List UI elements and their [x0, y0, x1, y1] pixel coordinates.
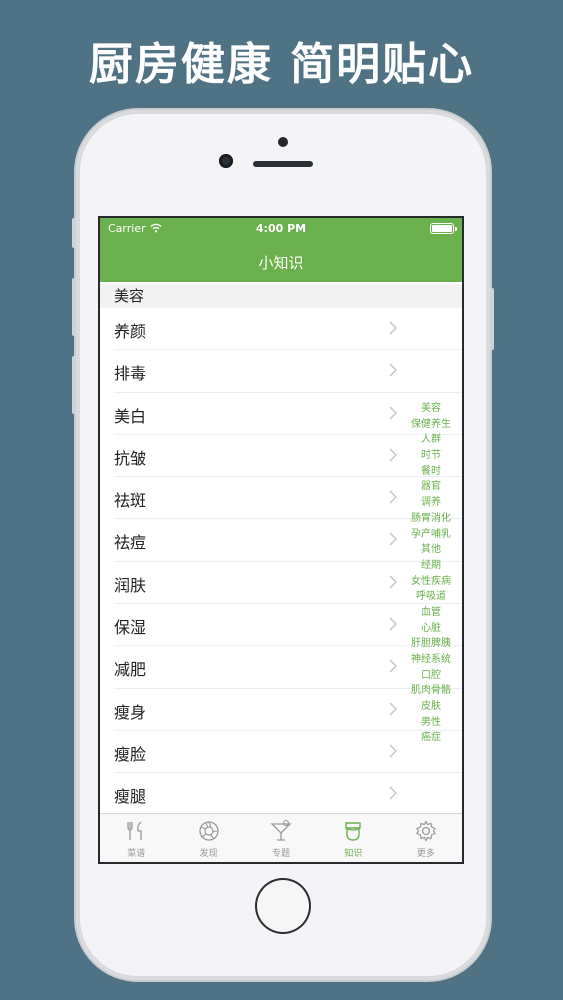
chevron-right-icon — [389, 532, 398, 547]
fork-knife-icon — [127, 821, 142, 840]
list-item-label: 排毒 — [114, 364, 147, 384]
list-item-label: 减肥 — [114, 660, 147, 680]
chevron-right-icon — [389, 363, 398, 377]
index-item[interactable]: 女性疾病 — [406, 574, 456, 590]
chevron-right-icon — [389, 659, 398, 673]
list-item-label: 养颜 — [114, 322, 147, 341]
nav-title: 小知识 — [258, 254, 304, 272]
tab-bar: 菜谱 发现 专题 知识 更多 — [100, 813, 462, 862]
tab-label: 菜谱 — [127, 849, 146, 859]
phone-frame: Carrier 4:00 PM 小知识 美容 养颜 排毒 美白 抗皱 祛斑 祛痘… — [72, 110, 494, 980]
index-item[interactable]: 肠胃消化 — [406, 511, 456, 527]
mute-switch — [72, 218, 76, 248]
index-item[interactable]: 美容 — [406, 401, 456, 417]
cocktail-icon — [270, 819, 292, 841]
list-item-label: 祛斑 — [114, 491, 147, 511]
index-item[interactable]: 男性 — [406, 715, 456, 731]
list-item-label: 美白 — [114, 406, 147, 426]
tab-knowledge[interactable]: 知识 — [317, 814, 389, 862]
index-item[interactable]: 器官 — [406, 479, 456, 495]
section-header: 美容 — [100, 284, 462, 308]
list-item-label: 瘦脸 — [114, 744, 147, 764]
index-item[interactable]: 保健养生 — [406, 417, 456, 433]
index-item[interactable]: 口腔 — [406, 668, 456, 684]
tab-label: 更多 — [416, 849, 435, 859]
list-item-label: 抗皱 — [114, 448, 147, 468]
chevron-right-icon — [389, 406, 398, 420]
section-index[interactable]: 美容 保健养生 人群 时节 餐时 器官 调养 肠胃消化 孕产哺乳 其他 经期 女… — [406, 401, 456, 746]
chevron-right-icon — [389, 575, 398, 589]
volume-up-button — [72, 278, 76, 336]
tab-more[interactable]: 更多 — [390, 814, 462, 862]
tab-label: 专题 — [272, 849, 291, 859]
tab-recipes[interactable]: 菜谱 — [100, 814, 172, 862]
index-item[interactable]: 心脏 — [406, 621, 456, 637]
aperture-icon — [198, 821, 219, 841]
status-bar: Carrier 4:00 PM — [100, 218, 462, 238]
list-item-label: 保湿 — [114, 618, 147, 638]
app-screen: Carrier 4:00 PM 小知识 美容 养颜 排毒 美白 抗皱 祛斑 祛痘… — [98, 216, 464, 864]
tab-discover[interactable]: 发现 — [172, 814, 244, 862]
promo-title: 厨房健康 简明贴心 — [88, 39, 475, 90]
index-item[interactable]: 孕产哺乳 — [406, 527, 456, 543]
index-item[interactable]: 肝胆脾胰 — [406, 636, 456, 652]
list-item[interactable]: 排毒 — [100, 350, 462, 393]
index-item[interactable]: 呼吸道 — [406, 589, 456, 605]
chevron-right-icon — [389, 617, 398, 631]
index-item[interactable]: 癌症 — [406, 730, 456, 746]
home-button[interactable] — [255, 878, 311, 934]
volume-down-button — [72, 356, 76, 414]
list-item-label: 润肤 — [114, 575, 147, 595]
index-item[interactable]: 肌肉骨骼 — [406, 683, 456, 699]
chevron-right-icon — [389, 786, 398, 800]
chevron-right-icon — [389, 448, 398, 462]
index-item[interactable]: 皮肤 — [406, 699, 456, 715]
list-item[interactable]: 养颜 — [100, 308, 462, 351]
index-item[interactable]: 神经系统 — [406, 652, 456, 668]
front-camera — [219, 154, 233, 168]
list-item-label: 瘦腿 — [114, 787, 147, 807]
gear-icon — [415, 820, 436, 842]
list-item-label: 祛痘 — [114, 533, 147, 553]
index-item[interactable]: 人群 — [406, 432, 456, 448]
chef-icon — [345, 822, 362, 841]
chevron-right-icon — [389, 744, 398, 758]
status-time: 4:00 PM — [255, 222, 307, 235]
list-item-label: 瘦身 — [114, 702, 147, 722]
tab-label: 知识 — [344, 849, 363, 859]
proximity-sensor — [278, 137, 288, 147]
index-item[interactable]: 时节 — [406, 448, 456, 464]
index-item[interactable]: 调养 — [406, 495, 456, 511]
chevron-right-icon — [389, 702, 398, 716]
index-item[interactable]: 餐时 — [406, 464, 456, 480]
index-item[interactable]: 其他 — [406, 542, 456, 558]
tab-label: 发现 — [199, 849, 218, 859]
index-item[interactable]: 经期 — [406, 558, 456, 574]
chevron-right-icon — [389, 321, 398, 335]
power-button — [490, 288, 494, 350]
list-item[interactable]: 瘦腿 — [100, 773, 462, 815]
battery-icon — [430, 223, 457, 234]
index-item[interactable]: 血管 — [406, 605, 456, 621]
chevron-right-icon — [389, 490, 398, 504]
earpiece-speaker — [253, 161, 313, 167]
nav-header: Carrier 4:00 PM 小知识 — [100, 218, 462, 282]
tab-topics[interactable]: 专题 — [245, 814, 317, 862]
